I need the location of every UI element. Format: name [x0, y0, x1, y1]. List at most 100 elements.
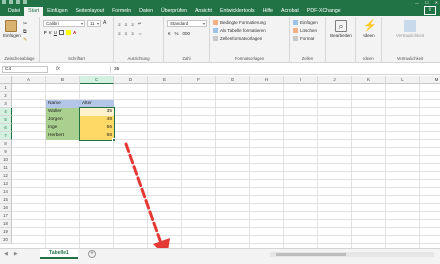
- italic-icon[interactable]: K: [49, 30, 52, 35]
- column-header-k[interactable]: K: [352, 76, 386, 84]
- share-icon[interactable]: ⇪: [423, 6, 436, 15]
- cell-b7[interactable]: Herbert: [46, 132, 80, 140]
- row-header-6[interactable]: 6: [0, 124, 12, 132]
- redo-icon[interactable]: [23, 0, 27, 4]
- column-header-l[interactable]: L: [386, 76, 420, 84]
- column-header-e[interactable]: E: [148, 76, 182, 84]
- tab-hilfe[interactable]: Hilfe: [259, 7, 277, 16]
- column-header-b[interactable]: B: [46, 76, 80, 84]
- cut-icon[interactable]: ✂: [23, 21, 27, 27]
- add-sheet-button[interactable]: +: [88, 250, 96, 258]
- tab-ansicht[interactable]: Ansicht: [191, 7, 216, 16]
- fill-color-icon[interactable]: [66, 30, 72, 35]
- column-header-c[interactable]: C: [80, 76, 114, 84]
- column-header-j[interactable]: J: [318, 76, 352, 84]
- sensitivity-button[interactable]: Vertraulichkeit: [390, 20, 430, 38]
- ideas-button[interactable]: ⚡ Ideen: [358, 20, 380, 38]
- column-header-d[interactable]: D: [114, 76, 148, 84]
- row-header-5[interactable]: 5: [0, 116, 12, 124]
- row-header-12[interactable]: 12: [0, 172, 12, 180]
- scrollbar-thumb[interactable]: [276, 253, 346, 256]
- formula-input[interactable]: 35: [110, 66, 436, 73]
- paste-button[interactable]: Einfügen: [3, 20, 21, 38]
- tab-acrobat[interactable]: Acrobat: [277, 7, 303, 16]
- column-header-h[interactable]: H: [250, 76, 284, 84]
- cell-b4[interactable]: Walter: [46, 108, 80, 116]
- row-header-15[interactable]: 15: [0, 196, 12, 204]
- underline-icon[interactable]: U: [54, 30, 57, 35]
- align-middle-icon[interactable]: ≡: [125, 22, 128, 27]
- save-icon[interactable]: [9, 0, 13, 4]
- tab-ueberpruefen[interactable]: Überprüfen: [157, 7, 191, 16]
- worksheet-grid[interactable]: ABCDEFGHIJKLM 1 2 3 4 5 6 7 8 9 10 11 12 13 14 15 16 17 1…: [0, 76, 440, 248]
- column-header-f[interactable]: F: [182, 76, 216, 84]
- column-header-g[interactable]: G: [216, 76, 250, 84]
- format-painter-icon[interactable]: ✎: [23, 37, 27, 43]
- cell-b5[interactable]: Jürgen: [46, 116, 80, 124]
- prev-sheet-icon[interactable]: ◀: [4, 251, 8, 257]
- row-header-7[interactable]: 7: [0, 132, 12, 140]
- column-header-a[interactable]: A: [12, 76, 46, 84]
- editing-button[interactable]: ⌕ Bearbeiten: [328, 20, 354, 38]
- tab-einfuegen[interactable]: Einfügen: [43, 7, 71, 16]
- row-header-2[interactable]: 2: [0, 92, 12, 100]
- column-header-m[interactable]: M: [420, 76, 440, 84]
- wrap-text-icon[interactable]: ↵: [138, 21, 142, 27]
- tab-datei[interactable]: Datei: [4, 7, 24, 16]
- horizontal-scrollbar[interactable]: [270, 252, 434, 257]
- grow-font-icon[interactable]: A: [103, 20, 106, 26]
- insert-cells-button[interactable]: Einfügen: [293, 20, 318, 25]
- number-format-select[interactable]: Standard: [167, 20, 207, 27]
- border-icon[interactable]: [59, 30, 65, 35]
- row-header-3[interactable]: 3: [0, 100, 12, 108]
- row-header-1[interactable]: 1: [0, 84, 12, 92]
- cell-area[interactable]: Name Alter Walter Jürgen Inge Herbert 35…: [12, 84, 440, 248]
- currency-icon[interactable]: €: [168, 31, 171, 36]
- font-name-select[interactable]: Calibri: [43, 20, 85, 27]
- row-header-10[interactable]: 10: [0, 156, 12, 164]
- font-color-icon[interactable]: A: [73, 30, 76, 35]
- cell-c7[interactable]: 68: [80, 132, 114, 140]
- tab-seitenlayout[interactable]: Seitenlayout: [72, 7, 109, 16]
- row-header-8[interactable]: 8: [0, 140, 12, 148]
- row-header-11[interactable]: 11: [0, 164, 12, 172]
- row-header-18[interactable]: 18: [0, 220, 12, 228]
- align-center-icon[interactable]: ≡: [125, 31, 128, 36]
- row-header-19[interactable]: 19: [0, 228, 12, 236]
- merge-icon[interactable]: ⇔: [138, 31, 143, 36]
- delete-cells-button[interactable]: Löschen: [293, 28, 317, 33]
- row-header-9[interactable]: 9: [0, 148, 12, 156]
- cell-styles-button[interactable]: Zellenformatvorlagen: [213, 36, 262, 41]
- row-header-13[interactable]: 13: [0, 180, 12, 188]
- cell-c3[interactable]: Alter: [80, 100, 114, 108]
- percent-icon[interactable]: %: [175, 31, 179, 36]
- row-header-17[interactable]: 17: [0, 212, 12, 220]
- cell-c6[interactable]: 56: [80, 124, 114, 132]
- thousands-icon[interactable]: 000: [183, 31, 191, 36]
- align-right-icon[interactable]: ≡: [131, 31, 134, 36]
- fx-icon[interactable]: fx: [56, 66, 60, 72]
- format-as-table-button[interactable]: Als Tabelle formatieren: [213, 28, 266, 33]
- copy-icon[interactable]: ⧉: [23, 29, 27, 35]
- tab-start[interactable]: Start: [24, 7, 44, 16]
- cell-b6[interactable]: Inge: [46, 124, 80, 132]
- tab-daten[interactable]: Daten: [135, 7, 157, 16]
- autosave-icon[interactable]: [2, 0, 6, 4]
- column-header-i[interactable]: I: [284, 76, 318, 84]
- sheet-tab-tabelle1[interactable]: Tabelle1: [40, 249, 78, 259]
- row-header-4[interactable]: 4: [0, 108, 12, 116]
- tab-formeln[interactable]: Formeln: [108, 7, 135, 16]
- align-bottom-icon[interactable]: ≡: [131, 22, 134, 27]
- align-left-icon[interactable]: ≡: [118, 31, 121, 36]
- font-size-select[interactable]: 11: [87, 20, 101, 27]
- cell-c4[interactable]: 35: [80, 108, 114, 116]
- row-header-20[interactable]: 20: [0, 236, 12, 244]
- conditional-formatting-button[interactable]: Bedingte Formatierung: [213, 20, 266, 25]
- row-header-16[interactable]: 16: [0, 204, 12, 212]
- bold-icon[interactable]: F: [44, 30, 47, 35]
- undo-icon[interactable]: [16, 0, 20, 4]
- cell-c5[interactable]: 48: [80, 116, 114, 124]
- tab-entwicklertools[interactable]: Entwicklertools: [216, 7, 259, 16]
- row-header-14[interactable]: 14: [0, 188, 12, 196]
- select-all-corner[interactable]: [0, 76, 12, 84]
